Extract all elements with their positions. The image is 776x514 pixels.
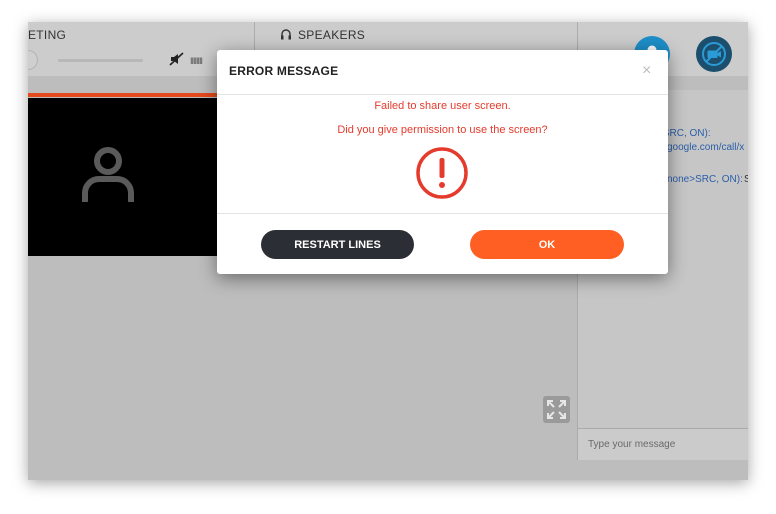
error-dialog: ERROR MESSAGE × Failed to share user scr… bbox=[217, 50, 668, 274]
app-window: ETING SPEAKERS IIIIIIII ~SRC, ON): googl… bbox=[28, 22, 748, 480]
restart-lines-button[interactable]: RESTART LINES bbox=[261, 230, 414, 259]
dialog-header: ERROR MESSAGE × bbox=[217, 50, 668, 95]
modal-overlay: ERROR MESSAGE × Failed to share user scr… bbox=[28, 22, 748, 480]
dialog-title: ERROR MESSAGE bbox=[229, 64, 339, 78]
alert-icon bbox=[415, 146, 469, 205]
close-icon[interactable]: × bbox=[642, 62, 651, 80]
ok-button[interactable]: OK bbox=[470, 230, 624, 259]
dialog-footer-divider bbox=[217, 213, 668, 214]
error-message-line2: Did you give permission to use the scree… bbox=[337, 124, 548, 136]
error-message-line1: Failed to share user screen. bbox=[374, 100, 511, 112]
